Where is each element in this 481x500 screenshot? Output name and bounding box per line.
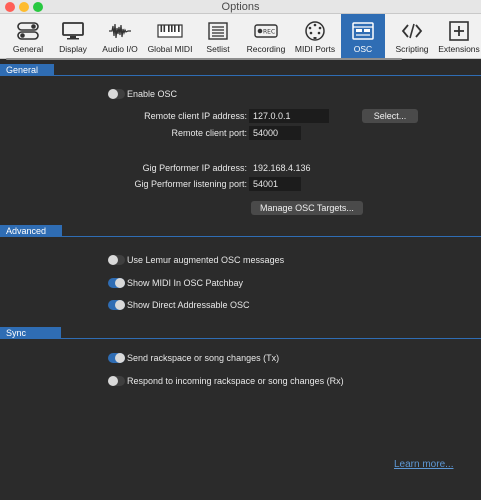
tab-global-midi-label: Global MIDI: [147, 44, 193, 54]
tab-display[interactable]: Display: [52, 14, 94, 59]
code-icon: [398, 19, 426, 43]
tab-audio-io[interactable]: Audio I/O: [98, 14, 142, 59]
show-midi-label: Show MIDI In OSC Patchbay: [127, 278, 244, 288]
tab-setlist[interactable]: Setlist: [198, 14, 238, 59]
gp-ip-label: Gig Performer IP address:: [142, 163, 247, 173]
remote-ip-label: Remote client IP address:: [144, 111, 247, 121]
enable-osc-toggle[interactable]: [108, 89, 125, 99]
remote-ip-field[interactable]: 127.0.0.1: [249, 109, 329, 123]
piano-keys-icon: [156, 19, 184, 43]
midi-connector-icon: [301, 19, 329, 43]
window-title: Options: [221, 1, 260, 13]
section-general: General: [0, 64, 481, 76]
tab-midi-ports-label: MIDI Ports: [294, 44, 336, 54]
gp-port-field[interactable]: 54001: [249, 177, 301, 191]
learn-more-link[interactable]: Learn more...: [394, 459, 453, 470]
lemur-osc-label: Use Lemur augmented OSC messages: [127, 255, 285, 265]
tab-recording[interactable]: REC Recording: [243, 14, 289, 59]
waveform-icon: [106, 19, 134, 43]
tab-scripting[interactable]: Scripting: [389, 14, 435, 59]
section-sync: Sync: [0, 327, 481, 339]
toggle-knob: [108, 89, 118, 99]
section-divider: [54, 75, 481, 76]
tab-display-label: Display: [59, 44, 87, 54]
gp-port-label: Gig Performer listening port:: [134, 179, 247, 189]
tab-midi-ports[interactable]: MIDI Ports: [293, 14, 337, 59]
gp-ip-value: 192.168.4.136: [253, 163, 311, 173]
tab-osc[interactable]: OSC: [341, 14, 385, 59]
respond-changes-toggle[interactable]: [108, 376, 125, 386]
tab-audio-io-label: Audio I/O: [102, 44, 138, 54]
tab-scripting-label: Scripting: [395, 44, 429, 54]
monitor-icon: [59, 19, 87, 43]
title-bar: Options: [0, 0, 481, 14]
remote-port-label: Remote client port:: [171, 128, 247, 138]
osc-icon: [349, 19, 377, 43]
direct-osc-toggle[interactable]: [108, 300, 125, 310]
tab-recording-label: Recording: [246, 44, 286, 54]
select-button[interactable]: Select...: [362, 109, 418, 123]
plus-box-icon: [445, 19, 473, 43]
list-icon: [204, 19, 232, 43]
remote-port-field[interactable]: 54000: [249, 126, 301, 140]
tab-extensions-label: Extensions: [438, 44, 480, 54]
preferences-toolbar: General Display Audio I/O Global MIDI Se…: [0, 14, 481, 60]
tab-extensions[interactable]: Extensions: [437, 14, 481, 59]
section-sync-header: Sync: [0, 327, 61, 339]
tab-general[interactable]: General: [4, 14, 52, 59]
toggle-knob: [115, 300, 125, 310]
toggle-knob: [108, 255, 118, 265]
section-advanced-header: Advanced: [0, 225, 62, 237]
section-divider: [62, 236, 481, 237]
send-changes-label: Send rackspace or song changes (Tx): [127, 353, 280, 363]
section-divider: [61, 338, 481, 339]
rec-icon-text: REC: [263, 29, 275, 36]
enable-osc-label: Enable OSC: [127, 89, 178, 99]
send-changes-toggle[interactable]: [108, 353, 125, 363]
toggle-knob: [115, 353, 125, 363]
tab-setlist-label: Setlist: [206, 44, 230, 54]
tab-global-midi[interactable]: Global MIDI: [145, 14, 195, 59]
toggles-icon: [14, 19, 42, 43]
rec-icon: REC: [252, 19, 280, 43]
lemur-osc-toggle[interactable]: [108, 255, 125, 265]
show-midi-toggle[interactable]: [108, 278, 125, 288]
section-general-header: General: [0, 64, 54, 76]
toggle-knob: [108, 376, 118, 386]
toolbar-scrollbar[interactable]: [6, 58, 402, 60]
section-advanced: Advanced: [0, 225, 481, 237]
tab-general-label: General: [12, 44, 44, 54]
respond-changes-label: Respond to incoming rackspace or song ch…: [127, 376, 344, 386]
toggle-knob: [115, 278, 125, 288]
tab-osc-label: OSC: [353, 44, 373, 54]
direct-osc-label: Show Direct Addressable OSC: [127, 300, 250, 310]
manage-osc-targets-button[interactable]: Manage OSC Targets...: [251, 201, 363, 215]
